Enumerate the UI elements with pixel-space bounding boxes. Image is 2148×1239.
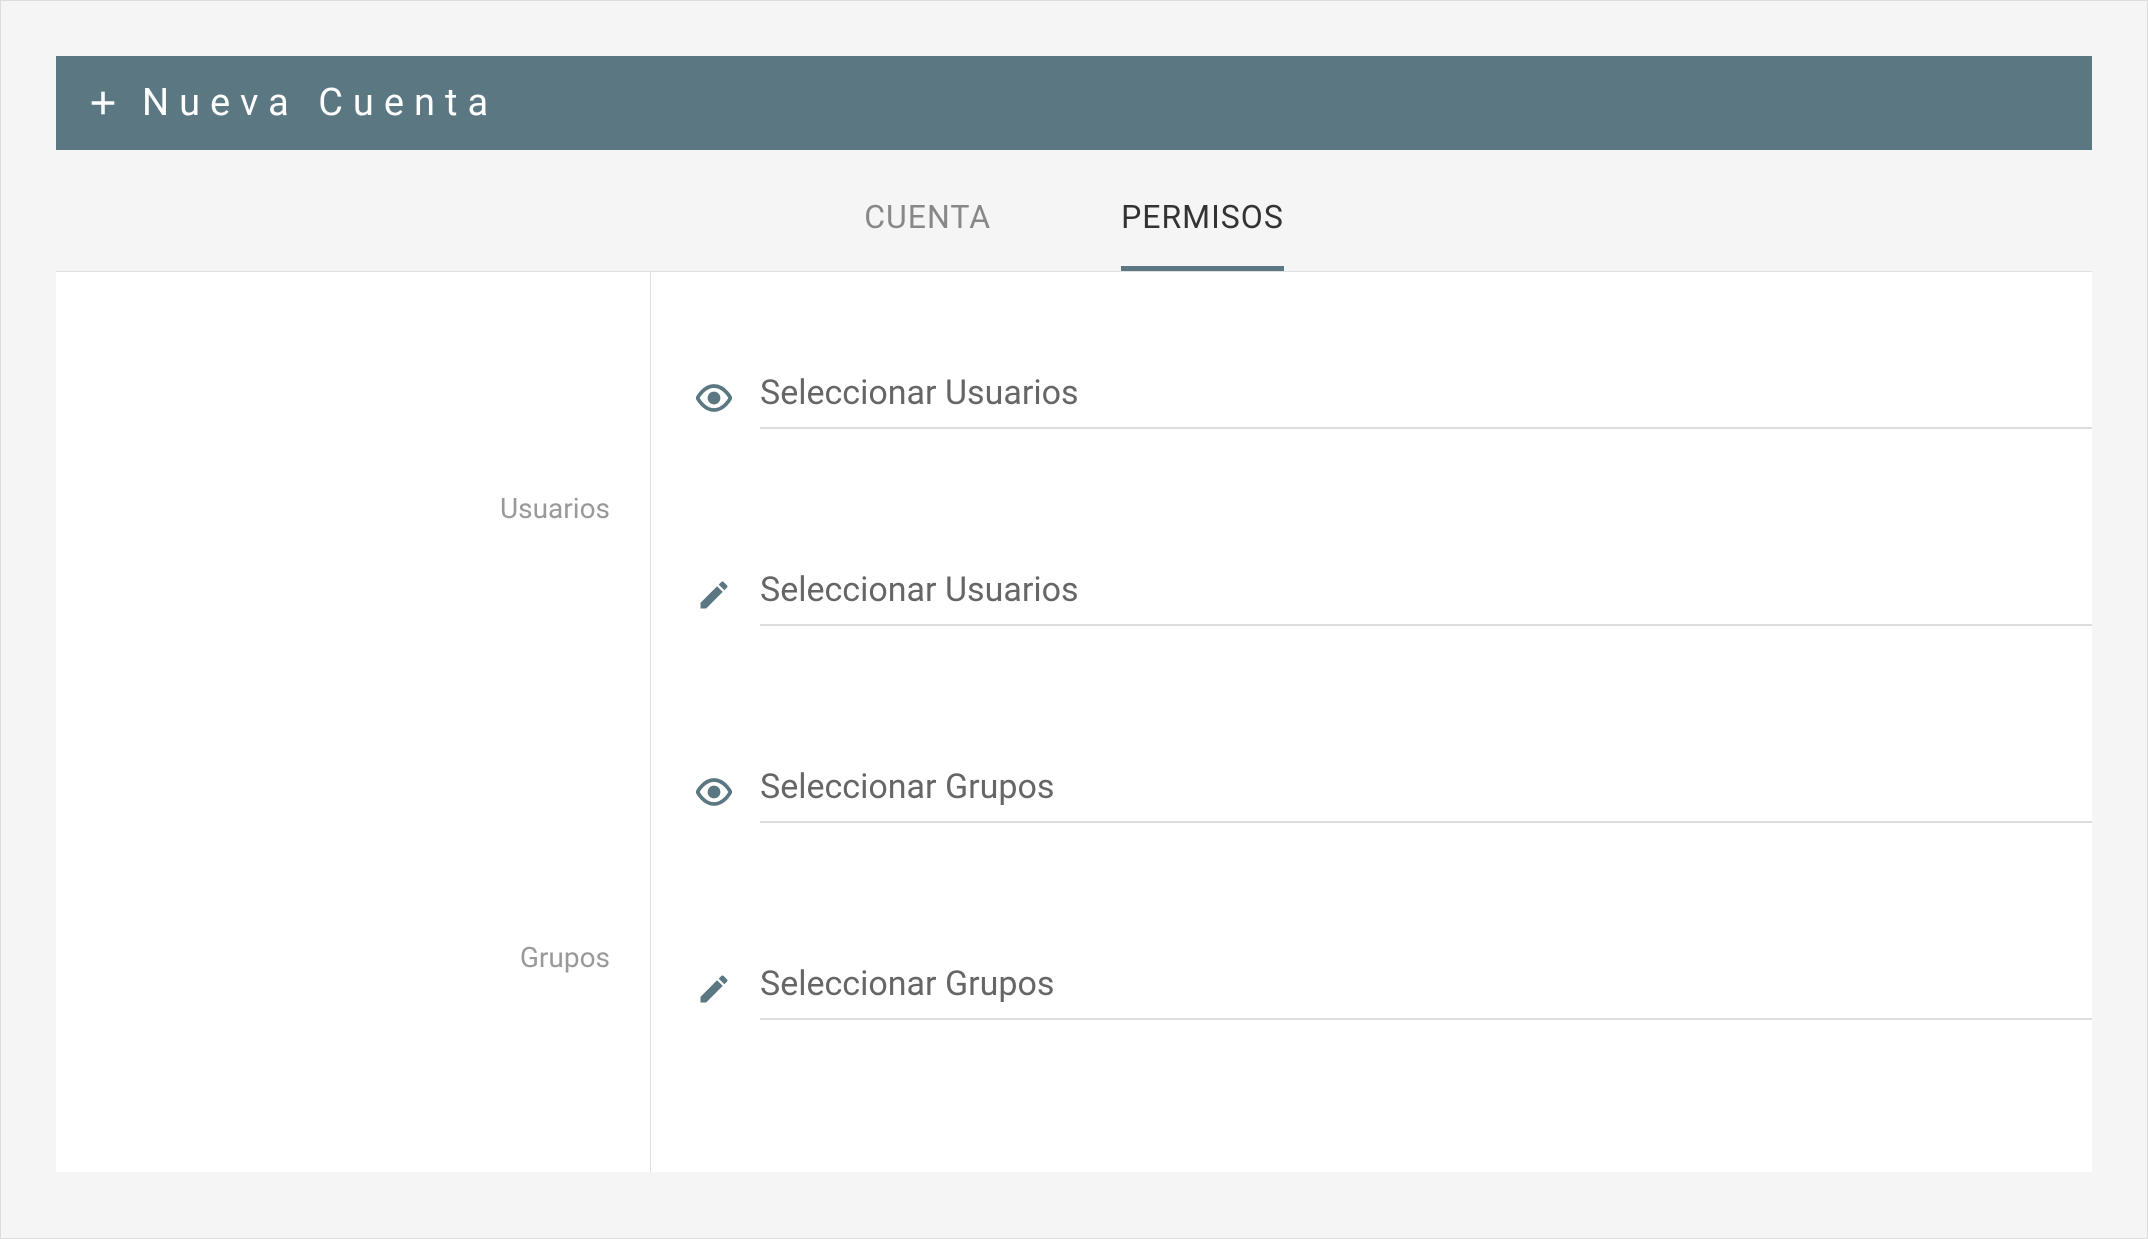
users-edit-field-row (696, 564, 2092, 626)
eye-icon (696, 380, 732, 416)
sidebar-label-users: Usuarios (56, 272, 650, 525)
main-column (651, 272, 2092, 1172)
tab-cuenta[interactable]: CUENTA (864, 198, 991, 271)
content-panel: Usuarios Grupos (56, 272, 2092, 1172)
pencil-icon (696, 971, 732, 1007)
page-title: Nueva Cuenta (142, 81, 498, 125)
tabs-container: CUENTA PERMISOS (56, 150, 2092, 272)
groups-view-field-row (696, 761, 2092, 823)
users-view-input[interactable] (760, 367, 2092, 429)
sidebar-column: Usuarios Grupos (56, 272, 651, 1172)
sidebar-label-groups: Grupos (56, 525, 650, 974)
pencil-icon (696, 577, 732, 613)
page-header: Nueva Cuenta (56, 56, 2092, 150)
users-edit-input[interactable] (760, 564, 2092, 626)
groups-edit-field-row (696, 958, 2092, 1020)
users-view-field-row (696, 367, 2092, 429)
plus-icon (86, 86, 120, 120)
groups-view-input[interactable] (760, 761, 2092, 823)
eye-icon (696, 774, 732, 810)
groups-edit-input[interactable] (760, 958, 2092, 1020)
tab-permisos[interactable]: PERMISOS (1121, 198, 1284, 271)
